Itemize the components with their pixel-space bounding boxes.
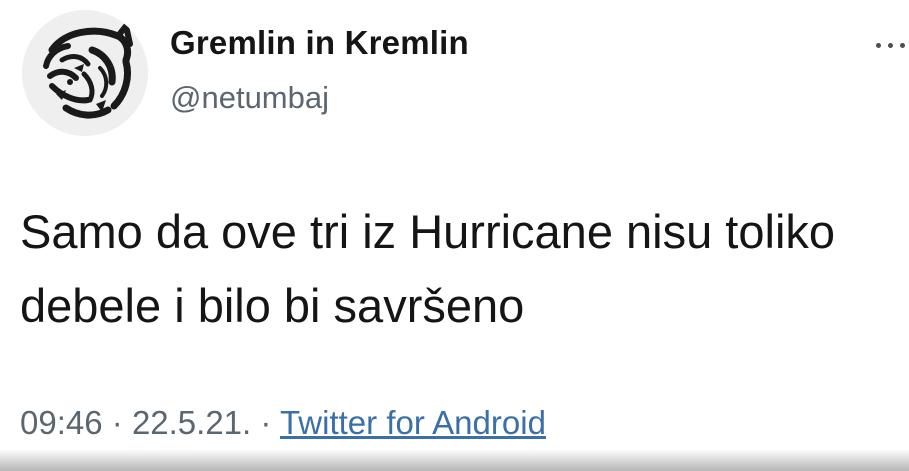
tiger-head-icon — [22, 10, 148, 136]
tweet-text-line: debele i bilo bi savršeno — [20, 279, 525, 332]
display-name[interactable]: Gremlin in Kremlin — [170, 24, 469, 62]
more-horizontal-icon-dot — [888, 43, 893, 48]
bottom-shadow — [0, 449, 909, 471]
source-link[interactable]: Twitter for Android — [280, 404, 546, 441]
more-horizontal-icon — [876, 43, 881, 48]
tweet-text: Samo da ove tri iz Hurricane nisu toliko… — [20, 195, 909, 343]
meta-separator: · — [260, 404, 272, 441]
meta-separator: · — [111, 404, 123, 441]
tweet-card: Gremlin in Kremlin @netumbaj Samo da ove… — [0, 0, 909, 471]
user-handle[interactable]: @netumbaj — [170, 80, 329, 116]
avatar[interactable] — [22, 10, 148, 136]
tweet-date[interactable]: 22.5.21. — [132, 404, 251, 441]
more-horizontal-icon-dot — [900, 43, 905, 48]
tweet-text-line: Samo da ove tri iz Hurricane nisu toliko — [20, 205, 836, 258]
tweet-time[interactable]: 09:46 — [20, 404, 103, 441]
more-options-button[interactable] — [872, 30, 909, 60]
tweet-meta: 09:46 · 22.5.21. · Twitter for Android — [20, 404, 546, 442]
